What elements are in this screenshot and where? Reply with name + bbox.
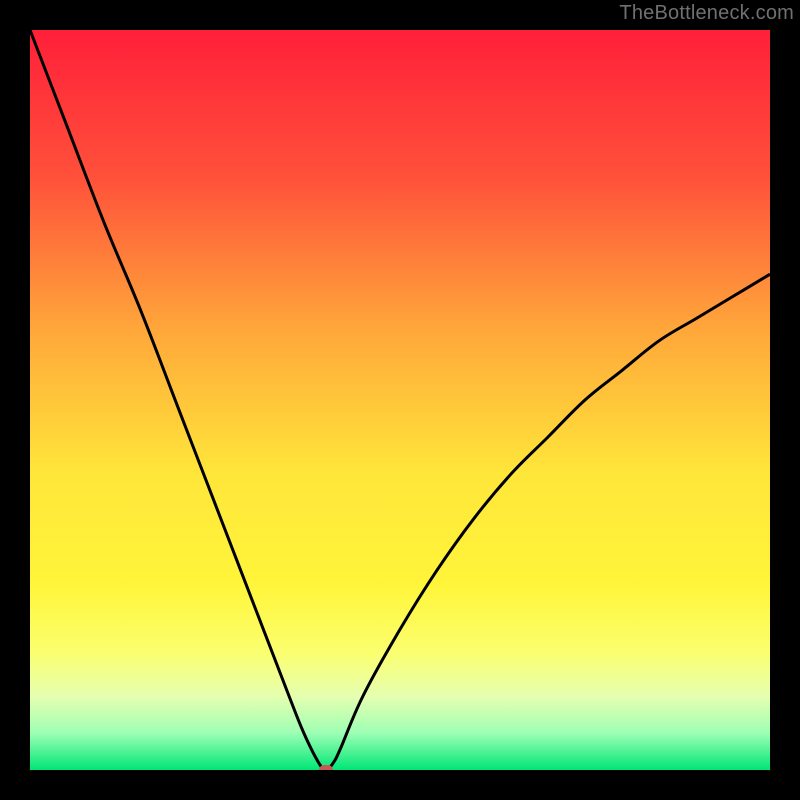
curve-svg <box>30 30 770 770</box>
bottleneck-marker <box>319 765 333 770</box>
chart-frame: TheBottleneck.com <box>0 0 800 800</box>
watermark-text: TheBottleneck.com <box>619 2 794 25</box>
plot-area <box>30 30 770 770</box>
bottleneck-curve <box>30 30 770 770</box>
